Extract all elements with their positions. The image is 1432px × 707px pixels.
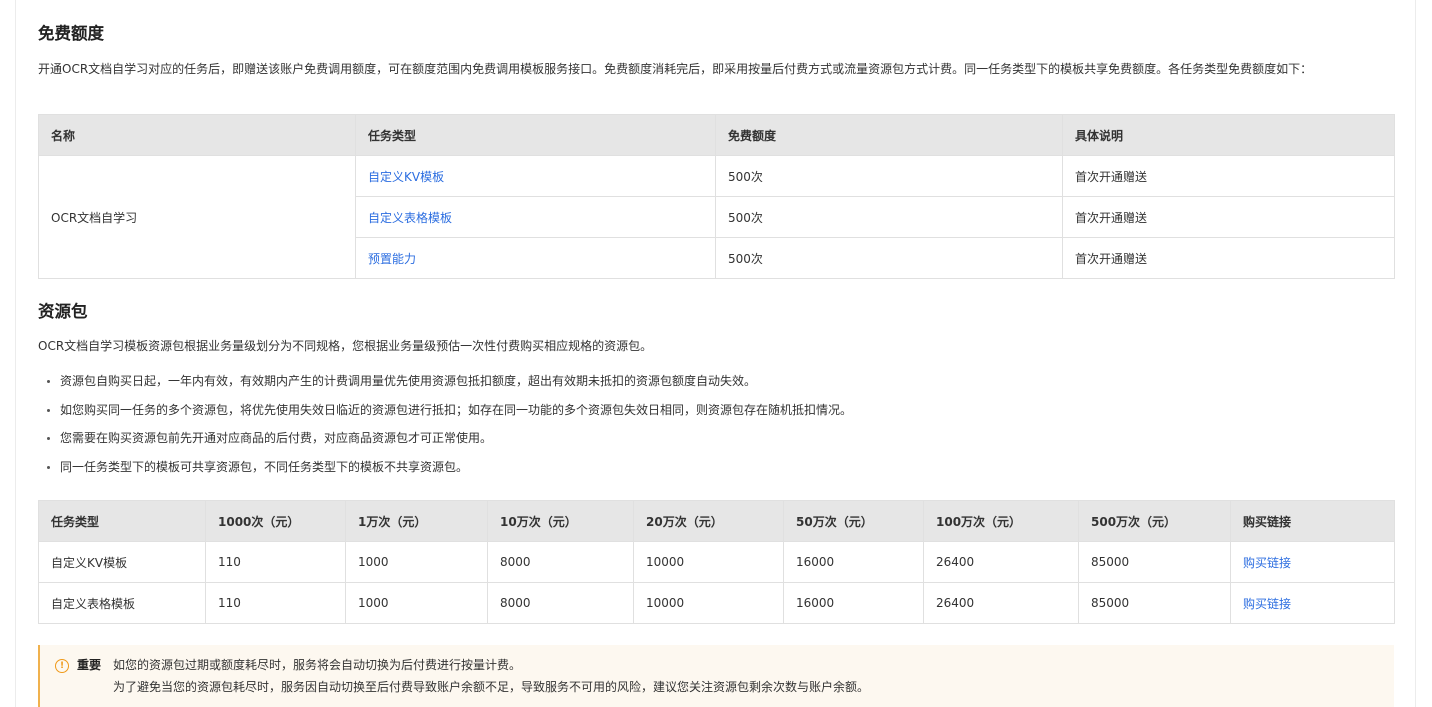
price-cell: 110	[205, 541, 346, 583]
purchase-link-cell: 购买链接	[1230, 541, 1395, 583]
price-cell: 8000	[487, 582, 634, 624]
notice-title: 重要	[77, 658, 102, 672]
resource-pack-intro: OCR文档自学习模板资源包根据业务量级划分为不同规格，您根据业务量级预估一次性付…	[38, 339, 653, 353]
price-cell: 10000	[633, 582, 784, 624]
list-item: 您需要在购买资源包前先开通对应商品的后付费，对应商品资源包才可正常使用。	[38, 428, 852, 457]
resource-pack-price-table: 任务类型 1000次（元） 1万次（元） 10万次（元） 20万次（元） 50万…	[38, 500, 1395, 624]
list-item: 如您购买同一任务的多个资源包，将优先使用失效日临近的资源包进行抵扣；如存在同一功…	[38, 400, 852, 429]
pricing-page: 免费额度 开通OCR文档自学习对应的任务后，即赠送该账户免费调用额度，可在额度范…	[0, 0, 1432, 707]
page-frame-left-border	[15, 0, 16, 707]
quota-cell: 500次	[715, 196, 1063, 238]
column-header-free-quota: 免费额度	[715, 114, 1063, 156]
price-cell: 8000	[487, 541, 634, 583]
free-quota-table: 名称 任务类型 免费额度 具体说明 OCR文档自学习 自定义KV模板 500次 …	[38, 114, 1395, 279]
product-name-cell: OCR文档自学习	[38, 155, 356, 279]
table-row: 自定义KV模板 110 1000 8000 10000 16000 26400 …	[38, 541, 1395, 583]
column-header-1000: 1000次（元）	[205, 500, 346, 542]
price-cell: 16000	[783, 541, 924, 583]
column-header-1w: 1万次（元）	[345, 500, 488, 542]
task-type-cell: 自定义表格模板	[355, 196, 716, 238]
column-header-task-type: 任务类型	[38, 500, 206, 542]
column-header-20w: 20万次（元）	[633, 500, 784, 542]
notice-text-line-2: 为了避免当您的资源包耗尽时，服务因自动切换至后付费导致账户余额不足，导致服务不可…	[113, 680, 870, 694]
price-cell: 16000	[783, 582, 924, 624]
list-item: 资源包自购买日起，一年内有效，有效期内产生的计费调用量优先使用资源包抵扣额度，超…	[38, 371, 852, 400]
column-header-purchase-link: 购买链接	[1230, 500, 1395, 542]
note-cell: 首次开通赠送	[1062, 196, 1395, 238]
table-row: 自定义表格模板 110 1000 8000 10000 16000 26400 …	[38, 582, 1395, 624]
price-cell: 10000	[633, 541, 784, 583]
notice-text-line-1: 如您的资源包过期或额度耗尽时，服务将会自动切换为后付费进行按量计费。	[113, 658, 522, 672]
price-cell: 1000	[345, 541, 488, 583]
column-header-name: 名称	[38, 114, 356, 156]
column-header-500w: 500万次（元）	[1078, 500, 1231, 542]
quota-cell: 500次	[715, 155, 1063, 197]
price-cell: 26400	[923, 541, 1079, 583]
warning-circle-icon: !	[55, 659, 69, 673]
list-item: 同一任务类型下的模板可共享资源包，不同任务类型下的模板不共享资源包。	[38, 457, 852, 486]
task-type-link-kv[interactable]: 自定义KV模板	[368, 170, 444, 184]
purchase-link-cell: 购买链接	[1230, 582, 1395, 624]
table-header-row: 名称 任务类型 免费额度 具体说明	[38, 114, 1395, 156]
task-type-link-table[interactable]: 自定义表格模板	[368, 211, 452, 225]
column-header-100w: 100万次（元）	[923, 500, 1079, 542]
task-type-link-preset[interactable]: 预置能力	[368, 252, 416, 266]
price-cell: 110	[205, 582, 346, 624]
column-header-description: 具体说明	[1062, 114, 1395, 156]
resource-pack-heading: 资源包	[38, 302, 88, 321]
price-cell: 1000	[345, 582, 488, 624]
purchase-link-kv[interactable]: 购买链接	[1243, 556, 1291, 570]
important-notice: ! 重要 如您的资源包过期或额度耗尽时，服务将会自动切换为后付费进行按量计费。 …	[38, 645, 1394, 707]
column-header-50w: 50万次（元）	[783, 500, 924, 542]
task-type-cell: 自定义KV模板	[355, 155, 716, 197]
task-type-cell: 自定义表格模板	[38, 582, 206, 624]
note-cell: 首次开通赠送	[1062, 155, 1395, 197]
note-cell: 首次开通赠送	[1062, 237, 1395, 279]
task-type-cell: 自定义KV模板	[38, 541, 206, 583]
price-cell: 85000	[1078, 541, 1231, 583]
quota-cell: 500次	[715, 237, 1063, 279]
price-cell: 26400	[923, 582, 1079, 624]
table-header-row: 任务类型 1000次（元） 1万次（元） 10万次（元） 20万次（元） 50万…	[38, 500, 1395, 542]
purchase-link-table[interactable]: 购买链接	[1243, 597, 1291, 611]
table-row: OCR文档自学习 自定义KV模板 500次 首次开通赠送	[38, 155, 1395, 279]
price-cell: 85000	[1078, 582, 1231, 624]
column-header-task-type: 任务类型	[355, 114, 716, 156]
page-frame-right-border	[1415, 0, 1416, 707]
column-header-10w: 10万次（元）	[487, 500, 634, 542]
free-quota-heading: 免费额度	[38, 24, 104, 43]
free-quota-description: 开通OCR文档自学习对应的任务后，即赠送该账户免费调用额度，可在额度范围内免费调…	[38, 62, 1313, 76]
resource-pack-rules-list: 资源包自购买日起，一年内有效，有效期内产生的计费调用量优先使用资源包抵扣额度，超…	[38, 371, 852, 485]
task-type-cell: 预置能力	[355, 237, 716, 279]
